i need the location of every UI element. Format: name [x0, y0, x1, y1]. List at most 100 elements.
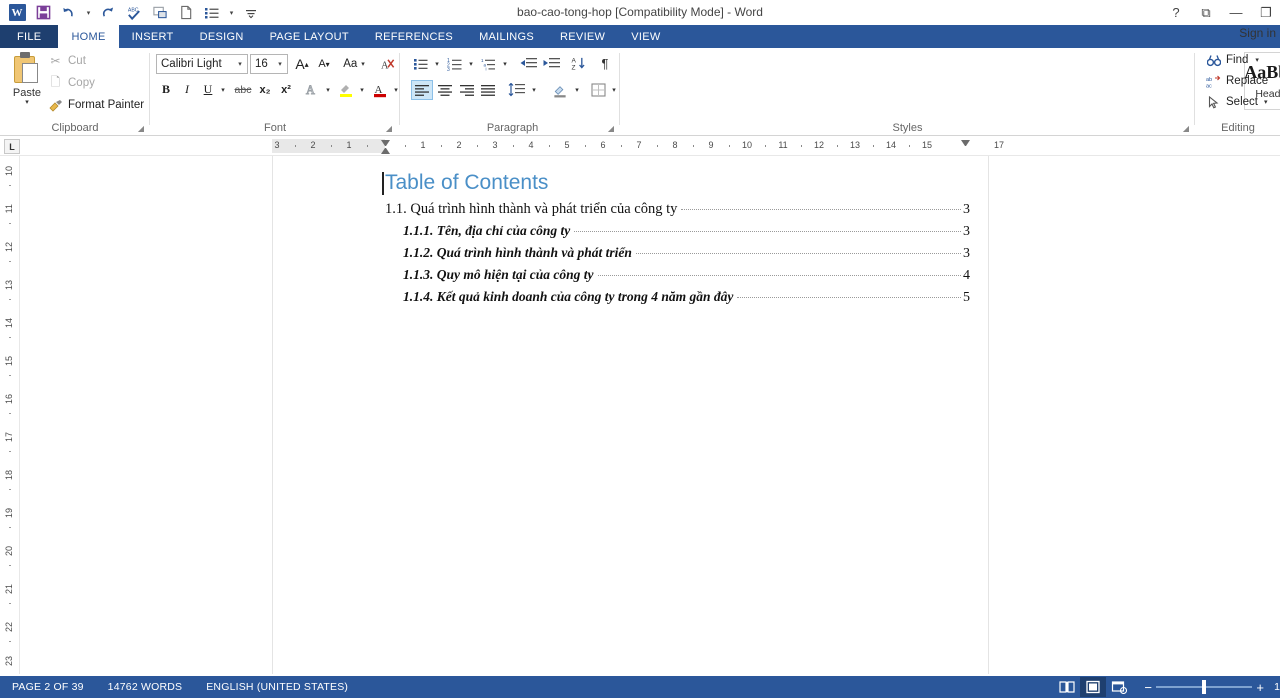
styles-dialog-launcher[interactable]: ◢: [1183, 124, 1189, 133]
grow-font-button[interactable]: A ▴: [292, 54, 312, 74]
strikethrough-button[interactable]: abc: [232, 80, 254, 99]
text-highlight-dropdown-icon[interactable]: ▾: [356, 80, 368, 99]
bullets-button[interactable]: [411, 54, 431, 73]
align-right-button[interactable]: [456, 80, 478, 100]
tab-insert[interactable]: INSERT: [119, 25, 187, 48]
tab-view[interactable]: VIEW: [618, 25, 673, 48]
ribbon-display-options-button[interactable]: ⧉: [1198, 5, 1214, 21]
toc-entry[interactable]: 1.1.3. Quy mô hiện tại của công ty 4: [385, 267, 970, 284]
vertical-ruler[interactable]: 10 11 12 13 14 15 16 17 18 19 20 21 22 2…: [0, 156, 20, 674]
clear-formatting-button[interactable]: A: [378, 54, 398, 74]
spelling-grammar-icon[interactable]: ABC: [121, 1, 147, 25]
replace-button[interactable]: ab ac Replace: [1206, 74, 1268, 88]
font-dialog-launcher[interactable]: ◢: [386, 124, 392, 133]
shading-button[interactable]: [549, 80, 571, 100]
underline-dropdown-icon[interactable]: ▾: [217, 80, 229, 99]
italic-button[interactable]: I: [178, 80, 196, 99]
insert-picture-icon[interactable]: [147, 1, 173, 25]
toc-entry[interactable]: 1.1.4. Kết quả kinh doanh của công ty tr…: [385, 289, 970, 306]
restore-button[interactable]: ❐: [1258, 5, 1274, 21]
bold-button[interactable]: B: [157, 80, 175, 99]
language-indicator[interactable]: ENGLISH (UNITED STATES): [194, 681, 360, 693]
show-formatting-marks-button[interactable]: ¶: [595, 54, 615, 73]
undo-icon[interactable]: [56, 1, 82, 25]
find-button[interactable]: Find ▾: [1206, 53, 1259, 67]
select-dropdown-icon[interactable]: ▾: [1264, 98, 1268, 106]
tab-mailings[interactable]: MAILINGS: [466, 25, 547, 48]
tab-references[interactable]: REFERENCES: [362, 25, 466, 48]
sign-in-link[interactable]: Sign in: [1239, 26, 1276, 40]
tab-page-layout[interactable]: PAGE LAYOUT: [257, 25, 362, 48]
hanging-indent-marker[interactable]: [381, 148, 390, 154]
zoom-level-value[interactable]: 1: [1268, 681, 1280, 693]
tab-design[interactable]: DESIGN: [187, 25, 257, 48]
print-layout-icon[interactable]: [1080, 677, 1107, 697]
shading-dropdown-icon[interactable]: ▾: [571, 80, 583, 100]
font-size-dropdown-icon[interactable]: ▾: [273, 60, 287, 68]
tab-review[interactable]: REVIEW: [547, 25, 618, 48]
format-painter-button[interactable]: Format Painter: [48, 98, 144, 112]
page-indicator[interactable]: PAGE 2 OF 39: [0, 681, 96, 693]
shrink-font-button[interactable]: A ▾: [314, 54, 334, 74]
first-line-indent-marker[interactable]: [381, 140, 390, 146]
borders-button[interactable]: [587, 80, 609, 100]
clipboard-dialog-launcher[interactable]: ◢: [138, 124, 144, 133]
font-color-button[interactable]: A: [370, 80, 390, 99]
multilevel-list-dropdown-icon[interactable]: ▾: [499, 54, 511, 73]
minimize-button[interactable]: —: [1228, 5, 1244, 20]
read-mode-icon[interactable]: [1054, 677, 1080, 697]
line-spacing-button[interactable]: [506, 80, 528, 100]
superscript-button[interactable]: x²: [276, 80, 296, 99]
line-spacing-dropdown-icon[interactable]: ▾: [528, 80, 540, 100]
font-family-combobox[interactable]: Calibri Light ▾: [156, 54, 248, 74]
justify-button[interactable]: [477, 80, 499, 100]
horizontal-ruler[interactable]: L 3 2 1 1 2 3 4 5 6 7 8 9 10 11 12 13 14…: [0, 136, 1280, 156]
numbering-dropdown-icon[interactable]: ▾: [465, 54, 477, 73]
paragraph-dialog-launcher[interactable]: ◢: [608, 124, 614, 133]
zoom-slider[interactable]: [1156, 676, 1253, 698]
redo-icon[interactable]: [95, 1, 121, 25]
select-button[interactable]: Select ▾: [1206, 95, 1267, 109]
zoom-control[interactable]: − + 1: [1140, 676, 1280, 698]
paste-dropdown-icon[interactable]: ▾: [25, 99, 29, 107]
toc-entry[interactable]: 1.1.2. Quá trình hình thành và phát triể…: [385, 245, 970, 262]
bullets-dropdown-icon[interactable]: ▾: [431, 54, 443, 73]
document-page[interactable]: Table of Contents 1.1. Quá trình hình th…: [272, 156, 989, 674]
web-layout-icon[interactable]: [1106, 677, 1132, 697]
table-of-contents[interactable]: Table of Contents 1.1. Quá trình hình th…: [382, 170, 970, 306]
align-left-button[interactable]: [411, 80, 433, 100]
new-document-icon[interactable]: [173, 1, 199, 25]
underline-button[interactable]: U: [199, 80, 217, 99]
help-button[interactable]: ?: [1168, 5, 1184, 20]
undo-dropdown-icon[interactable]: ▾: [82, 1, 95, 25]
toc-entry[interactable]: 1.1.1. Tên, địa chỉ của công ty 3: [385, 223, 970, 240]
font-color-dropdown-icon[interactable]: ▾: [390, 80, 402, 99]
font-size-combobox[interactable]: 16 ▾: [250, 54, 288, 74]
decrease-indent-button[interactable]: [518, 54, 540, 73]
zoom-out-button[interactable]: −: [1140, 680, 1156, 695]
document-canvas[interactable]: Table of Contents 1.1. Quá trình hình th…: [21, 156, 1280, 674]
bullets-icon[interactable]: [199, 1, 225, 25]
text-effects-dropdown-icon[interactable]: ▾: [322, 80, 334, 99]
tab-stop-selector[interactable]: L: [4, 139, 20, 154]
copy-button[interactable]: 🗋 Copy: [48, 75, 95, 90]
multilevel-list-button[interactable]: 1ai: [479, 54, 499, 73]
word-count[interactable]: 14762 WORDS: [96, 681, 195, 693]
paste-button[interactable]: Paste ▾: [6, 52, 48, 122]
bullets-dropdown-icon[interactable]: ▾: [225, 1, 238, 25]
find-dropdown-icon[interactable]: ▾: [1255, 56, 1259, 64]
toc-entry[interactable]: 1.1. Quá trình hình thành và phát triển …: [385, 201, 970, 218]
save-icon[interactable]: [30, 1, 56, 25]
tab-file[interactable]: FILE: [0, 25, 59, 48]
font-family-dropdown-icon[interactable]: ▾: [233, 60, 247, 68]
cut-button[interactable]: ✂ Cut: [48, 54, 85, 68]
zoom-in-button[interactable]: +: [1252, 680, 1268, 695]
zoom-slider-thumb[interactable]: [1202, 680, 1207, 694]
subscript-button[interactable]: x₂: [255, 80, 275, 99]
text-highlight-color-button[interactable]: [336, 80, 356, 99]
numbering-button[interactable]: 123: [445, 54, 465, 73]
increase-indent-button[interactable]: [541, 54, 563, 73]
right-indent-marker[interactable]: [961, 140, 970, 146]
customize-quick-access-toolbar-icon[interactable]: [238, 1, 264, 25]
tab-home[interactable]: HOME: [58, 25, 119, 48]
